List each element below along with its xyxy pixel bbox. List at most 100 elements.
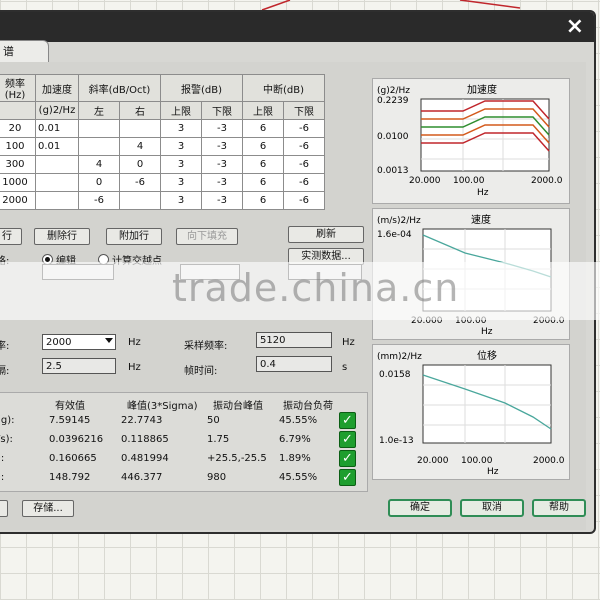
result-rms: 0.0396216 [49, 434, 104, 445]
table-cell[interactable]: 300 [0, 155, 36, 174]
table-row[interactable]: 2000 -6 3 -3 6 -6 [0, 191, 325, 210]
chart-ylabel: (m/s)2/Hz [377, 216, 421, 226]
table-cell[interactable]: 3 [160, 173, 202, 192]
ytick-label: 0.0100 [377, 132, 409, 142]
table-row[interactable]: 300 4 0 3 -3 6 -6 [0, 155, 325, 174]
table-cell[interactable]: 0.01 [35, 137, 79, 156]
frequency-unit: Hz [128, 337, 141, 348]
table-cell[interactable]: 0.01 [35, 119, 79, 138]
table-row[interactable]: 100 0.01 4 3 -3 6 -6 [0, 137, 325, 156]
ytick-label: 0.0158 [379, 370, 411, 380]
table-cell[interactable]: 3 [160, 137, 202, 156]
table-cell[interactable]: -3 [201, 137, 243, 156]
table-cell[interactable] [78, 137, 120, 156]
delete-row-button[interactable]: 删除行 [34, 228, 90, 245]
table-cell[interactable]: -3 [201, 155, 243, 174]
spectrum-table[interactable]: 频率(Hz) 加速度 斜率(dB/Oct) 报警(dB) 中断(dB) (g)2… [0, 74, 325, 210]
col-frequency-sub [0, 101, 36, 120]
left-edge-button[interactable] [0, 500, 8, 517]
table-cell[interactable]: -6 [283, 119, 325, 138]
col-frequency: 频率(Hz) [0, 74, 36, 102]
col-slope-right: 右 [119, 101, 161, 120]
table-cell[interactable]: -6 [283, 137, 325, 156]
table-cell[interactable] [35, 155, 79, 174]
results-header: 振动台负荷 [283, 401, 333, 412]
col-accel-unit: (g)2/Hz [35, 101, 79, 120]
chart-ylabel: (mm)2/Hz [377, 352, 422, 362]
table-row[interactable]: 1000 0 -6 3 -3 6 -6 [0, 173, 325, 192]
col-abort-upper: 上限 [242, 101, 284, 120]
results-header: 峰值(3*Sigma) [127, 401, 198, 412]
chart-title: 速度 [471, 213, 491, 226]
result-load: 45.55% [279, 415, 318, 426]
result-peak: 22.7743 [121, 415, 163, 426]
resolution-label: 隔: [0, 366, 10, 377]
table-cell[interactable]: -3 [201, 191, 243, 210]
table-cell[interactable]: -3 [201, 173, 243, 192]
table-cell[interactable] [119, 119, 161, 138]
table-cell[interactable]: 4 [78, 155, 120, 174]
frequency-label: 率: [0, 341, 10, 352]
table-cell[interactable]: 3 [160, 191, 202, 210]
help-button[interactable]: 帮助 [532, 499, 586, 517]
table-cell[interactable]: 0 [78, 173, 120, 192]
table-cell[interactable]: -6 [283, 155, 325, 174]
table-subheader-row: (g)2/Hz 左 右 上限 下限 上限 下限 [0, 101, 325, 120]
fill-down-button[interactable]: 向下填充 [176, 228, 238, 245]
col-acceleration: 加速度 [35, 74, 79, 102]
result-unit: ): [0, 472, 5, 483]
table-cell[interactable] [78, 119, 120, 138]
refresh-button[interactable]: 刷新 [288, 226, 364, 243]
table-cell[interactable]: -6 [283, 191, 325, 210]
table-cell[interactable]: 100 [0, 137, 36, 156]
resolution-unit: Hz [128, 362, 141, 373]
close-icon[interactable]: × [566, 14, 584, 40]
table-cell[interactable]: 6 [242, 119, 284, 138]
table-cell[interactable]: 6 [242, 191, 284, 210]
table-cell[interactable]: 6 [242, 137, 284, 156]
table-cell[interactable]: 3 [160, 119, 202, 138]
table-cell[interactable]: -3 [201, 119, 243, 138]
result-rms: 7.59145 [49, 415, 91, 426]
table-cell[interactable] [119, 191, 161, 210]
frequency-select[interactable]: 2000 [42, 334, 116, 350]
table-cell[interactable]: 6 [242, 173, 284, 192]
save-button[interactable]: 存储... [22, 500, 74, 517]
result-unit: ): [0, 453, 5, 464]
table-cell[interactable]: 4 [119, 137, 161, 156]
xtick-label: 2000.0 [531, 176, 563, 186]
result-load: 1.89% [279, 453, 311, 464]
ok-button[interactable]: 确定 [388, 499, 452, 517]
table-cell[interactable]: -6 [283, 173, 325, 192]
xaxis-unit: Hz [487, 467, 499, 477]
result-table-peak: +25.5,-25.5 [207, 453, 267, 464]
table-cell[interactable] [35, 191, 79, 210]
chevron-down-icon[interactable] [105, 338, 113, 343]
cancel-button[interactable]: 取消 [460, 499, 524, 517]
table-cell[interactable]: 20 [0, 119, 36, 138]
col-abort: 中断(dB) [242, 74, 325, 102]
table-cell[interactable]: 2000 [0, 191, 36, 210]
table-row[interactable]: 20 0.01 3 -3 6 -6 [0, 119, 325, 138]
table-cell[interactable]: -6 [119, 173, 161, 192]
table-cell[interactable]: 0 [119, 155, 161, 174]
table-cell[interactable]: -6 [78, 191, 120, 210]
tab-spectrum[interactable]: 谱 [0, 40, 49, 62]
xtick-label: 100.00 [461, 456, 493, 466]
sample-rate-field[interactable]: 5120 [256, 332, 332, 348]
watermark-text: trade.china.cn [172, 266, 460, 310]
table-cell[interactable]: 3 [160, 155, 202, 174]
chart-title: 加速度 [467, 83, 497, 96]
result-table-peak: 980 [207, 472, 227, 483]
frame-time-field[interactable]: 0.4 [256, 356, 332, 372]
result-load: 45.55% [279, 472, 318, 483]
resolution-field[interactable]: 2.5 [42, 358, 116, 374]
table-cell[interactable]: 1000 [0, 173, 36, 192]
col-abort-lower: 下限 [283, 101, 325, 120]
append-row-button[interactable]: 附加行 [106, 228, 162, 245]
table-cell[interactable] [35, 173, 79, 192]
table-cell[interactable]: 6 [242, 155, 284, 174]
col-alarm-upper: 上限 [160, 101, 202, 120]
insert-row-button[interactable]: 行 [0, 228, 22, 245]
table-body[interactable]: 20 0.01 3 -3 6 -6 100 0.01 4 3 -3 6 -6 300 4 0 3 -3 6 -6 100… [0, 119, 325, 210]
